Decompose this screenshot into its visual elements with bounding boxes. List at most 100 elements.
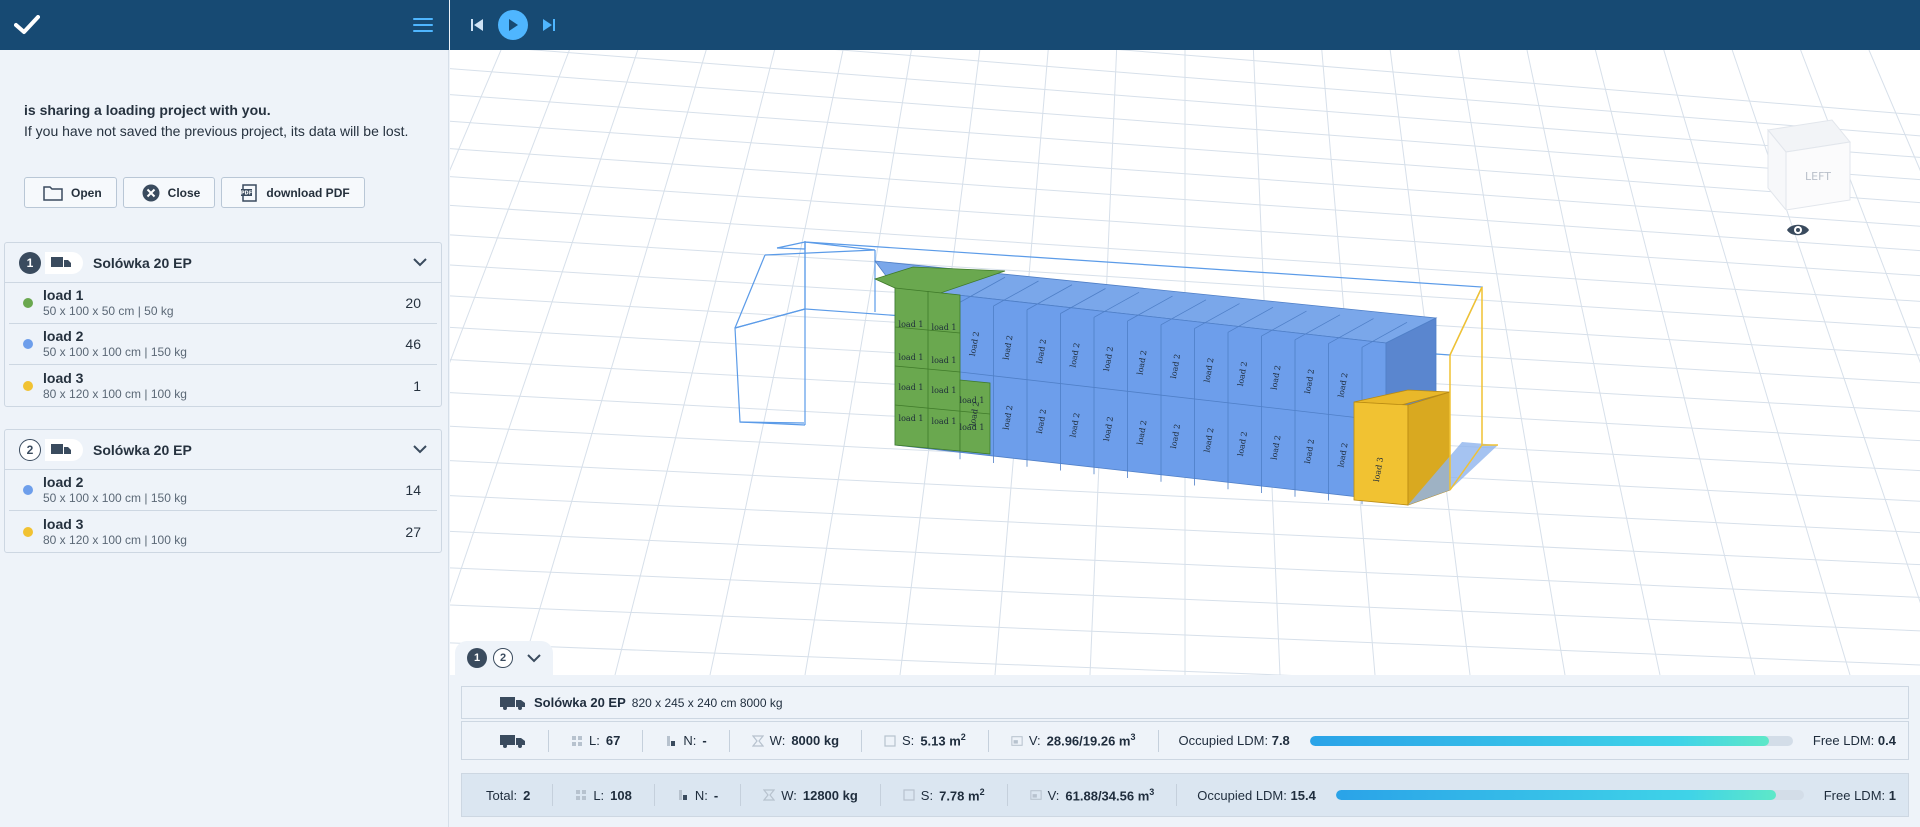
stat-n: N: - <box>655 784 742 806</box>
box-label-load-1: load 1 <box>932 386 957 395</box>
weight-icon <box>751 734 764 747</box>
pdf-icon: PDF <box>241 183 258 202</box>
load-color-dot <box>23 526 33 537</box>
load-spec: 80 x 120 x 100 cm | 100 kg <box>43 532 187 547</box>
load-row[interactable]: load 2 50 x 100 x 100 cm | 150 kg 14 <box>9 470 437 511</box>
box-label-load-1: load 1 <box>899 320 924 329</box>
load-color-dot <box>23 380 33 391</box>
play-icon <box>498 10 528 40</box>
stat-length: L: 108 <box>553 784 655 806</box>
load-qty: 27 <box>405 523 421 540</box>
vehicle-name: Solówka 20 EP <box>93 254 192 271</box>
ldm-indicator: Occupied LDM: 15.4 Free LDM: 1 <box>1177 788 1908 803</box>
download-pdf-button[interactable]: PDF download PDF <box>221 177 365 208</box>
load-spec: 80 x 120 x 100 cm | 100 kg <box>43 386 187 401</box>
load-color-dot <box>23 339 33 349</box>
checkmark-logo-icon[interactable] <box>14 15 40 35</box>
vehicle-stats-row: L: 67 N: - W: 8000 kg S: 5.13 m2 V: 28.96/19.… <box>461 721 1909 760</box>
load-row[interactable]: load 1 50 x 100 x 50 cm | 50 kg 20 <box>9 283 437 324</box>
stat-value: 12800 kg <box>802 787 858 803</box>
total-stats-row: Total: 2 L: 108 N: - W: 12800 kg S: 7.78 m2 V… <box>461 773 1909 817</box>
free-ldm-value: 0.4 <box>1877 733 1896 748</box>
stat-label: L: <box>593 787 605 803</box>
stat-value: - <box>702 733 707 748</box>
action-buttons: Open Close PDF download PDF <box>24 177 365 208</box>
load-color-dot <box>23 298 33 308</box>
stat-surface: S: 5.13 m2 <box>862 729 989 752</box>
load-name: load 3 <box>43 369 84 386</box>
unit-superscript: 3 <box>1149 786 1155 797</box>
stat-label: V: <box>1047 787 1060 803</box>
occupied-ldm-value: 7.8 <box>1271 733 1290 748</box>
stat-value: - <box>713 787 719 803</box>
square-icon <box>884 734 896 747</box>
stat-value: 8000 kg <box>791 733 840 748</box>
vehicle-name: Solówka 20 EP <box>93 441 192 458</box>
tab-vehicle-1[interactable]: 1 <box>467 648 487 668</box>
open-label: Open <box>71 185 102 200</box>
3d-viewport[interactable]: load 1 load 1 load 1 load 1 load 1 load 1 load… <box>450 50 1920 675</box>
chevron-down-icon[interactable] <box>413 445 427 454</box>
load-name: load 2 <box>43 474 84 490</box>
ldm-indicator: Occupied LDM: 7.8 Free LDM: 0.4 <box>1159 733 1909 748</box>
stat-label: L: <box>589 733 600 748</box>
stat-value: 108 <box>610 787 632 803</box>
load-row[interactable]: load 3 80 x 120 x 100 cm | 100 kg 1 <box>9 365 437 406</box>
stack-icon <box>678 790 687 800</box>
stat-value: 61.88/34.56 m <box>1065 788 1150 804</box>
load-color-dot <box>23 485 33 495</box>
ldm-progress-bar <box>1335 790 1804 800</box>
stat-volume: V: 28.96/19.26 m3 <box>989 729 1159 752</box>
view-cube[interactable]: LEFT <box>1750 100 1860 215</box>
share-message: is sharing a loading project with you. I… <box>24 100 434 142</box>
occupied-ldm-label: Occupied LDM: <box>1197 787 1287 803</box>
load-qty: 1 <box>413 377 421 394</box>
close-icon <box>142 184 160 201</box>
skip-forward-icon[interactable] <box>542 18 556 32</box>
stat-value: 2 <box>523 787 531 803</box>
chevron-down-icon[interactable] <box>527 653 541 663</box>
unit-superscript: 3 <box>1130 732 1136 743</box>
occupied-ldm-value: 15.4 <box>1290 787 1316 803</box>
free-ldm-value: 1 <box>1888 787 1896 803</box>
tab-vehicle-2[interactable]: 2 <box>493 648 513 668</box>
grid-icon <box>572 735 582 746</box>
box-label-load-1: load 1 <box>899 414 924 423</box>
load-spec: 50 x 100 x 50 cm | 50 kg <box>43 304 174 318</box>
unit-superscript: 2 <box>979 786 985 797</box>
stat-label: W: <box>781 787 797 803</box>
load-row[interactable]: load 3 80 x 120 x 100 cm | 100 kg 27 <box>9 511 437 552</box>
eye-icon[interactable] <box>1786 222 1810 243</box>
menu-icon[interactable] <box>413 18 433 32</box>
box-label-load-1: load 1 <box>932 323 957 332</box>
vehicle-tabs: 1 2 <box>455 641 553 675</box>
vehicle-number: 2 <box>19 438 41 461</box>
vehicle-number: 1 <box>19 251 41 274</box>
stat-weight: W: 8000 kg <box>730 729 863 752</box>
player-bar <box>450 0 1920 50</box>
stat-label: Total: <box>486 787 518 803</box>
scene-canvas[interactable]: load 1 load 1 load 1 load 1 load 1 load 1 load… <box>450 50 1920 675</box>
box-label-load-1: load 1 <box>899 353 924 362</box>
vehicle-header-1[interactable]: 1 Solówka 20 EP <box>5 243 441 283</box>
stat-label: N: <box>694 787 708 803</box>
stat-label: S: <box>920 787 934 803</box>
stat-label: N: <box>683 733 697 748</box>
stat-surface: S: 7.78 m2 <box>881 784 1008 806</box>
load-name: load 3 <box>43 515 84 532</box>
vehicle-card-2: 2 Solówka 20 EP load 2 50 x 100 x 100 cm … <box>4 429 442 553</box>
free-ldm-label: Free LDM: <box>1823 787 1886 803</box>
free-ldm-label: Free LDM: <box>1812 733 1875 748</box>
play-button[interactable] <box>498 10 528 40</box>
close-button[interactable]: Close <box>122 177 216 208</box>
load-row[interactable]: load 2 50 x 100 x 100 cm | 150 kg 46 <box>9 324 437 365</box>
chevron-down-icon[interactable] <box>413 258 427 267</box>
skip-back-icon[interactable] <box>470 18 484 32</box>
vehicle-header-2[interactable]: 2 Solówka 20 EP <box>5 430 441 470</box>
stat-n: N: - <box>643 729 730 752</box>
vehicle-info-name: Solówka 20 EP <box>534 695 626 710</box>
ldm-progress-bar <box>1309 735 1793 746</box>
close-label: Close <box>167 185 201 200</box>
sidebar: is sharing a loading project with you. I… <box>0 50 449 827</box>
open-button[interactable]: Open <box>24 177 117 208</box>
